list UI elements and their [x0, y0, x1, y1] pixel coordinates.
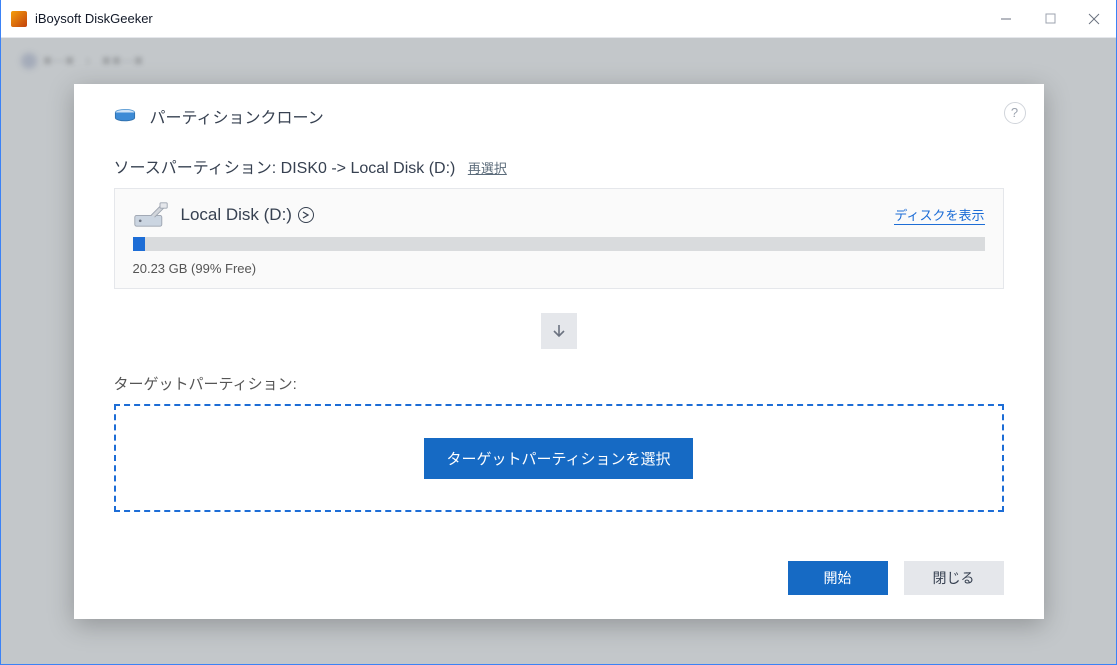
show-disk-link[interactable]: ディスクを表示	[894, 205, 984, 225]
close-icon	[1088, 13, 1100, 25]
dialog-header: パーティションクローン	[114, 104, 1004, 128]
usage-bar-fill	[133, 237, 146, 251]
source-label: ソースパーティション:	[114, 160, 277, 177]
start-button[interactable]: 開始	[788, 561, 888, 595]
direction-arrow	[541, 313, 577, 349]
source-card-left: Local Disk (D:)	[133, 201, 314, 230]
dialog-title: パーティションクローン	[150, 104, 324, 128]
app-icon	[11, 11, 27, 27]
blurred-breadcrumb: ■--■ › ■■--■	[21, 52, 144, 69]
source-partition-line: ソースパーティション: DISK0 -> Local Disk (D:) 再選択	[114, 154, 1004, 178]
maximize-button[interactable]	[1028, 0, 1072, 37]
usage-text: 20.23 GB (99% Free)	[133, 261, 985, 276]
target-label: ターゲットパーティション:	[114, 373, 1004, 394]
dialog-footer: 開始 閉じる	[114, 537, 1004, 595]
expand-arrow-icon[interactable]	[298, 207, 314, 223]
close-dialog-button[interactable]: 閉じる	[904, 561, 1004, 595]
app-title: iBoysoft DiskGeeker	[35, 11, 984, 26]
help-icon: ?	[1011, 105, 1018, 120]
window-controls	[984, 0, 1116, 37]
source-partition-card: Local Disk (D:) ディスクを表示 20.23 GB (99% Fr…	[114, 188, 1004, 290]
maximize-icon	[1045, 13, 1056, 24]
source-path: DISK0 -> Local Disk (D:)	[281, 160, 456, 177]
clone-dialog: ? パーティションクローン ソースパーティション: DISK0 -> Local…	[74, 84, 1044, 619]
app-window: iBoysoft DiskGeeker ■--■ › ■■--■ ?	[0, 0, 1117, 665]
select-target-button[interactable]: ターゲットパーティションを選択	[424, 438, 692, 479]
source-card-top: Local Disk (D:) ディスクを表示	[133, 201, 985, 230]
help-button[interactable]: ?	[1004, 102, 1026, 124]
usage-bar	[133, 237, 985, 251]
minimize-button[interactable]	[984, 0, 1028, 37]
titlebar: iBoysoft DiskGeeker	[1, 0, 1116, 38]
hdd-icon	[133, 201, 169, 230]
arrow-down-icon	[551, 323, 567, 339]
close-button[interactable]	[1072, 0, 1116, 37]
app-body-background: ■--■ › ■■--■ ? パーティションクローン ソースパーティション: D…	[1, 38, 1116, 664]
minimize-icon	[1000, 13, 1012, 25]
source-disk-name: Local Disk (D:)	[181, 205, 292, 225]
target-drop-zone[interactable]: ターゲットパーティションを選択	[114, 404, 1004, 512]
reselect-link[interactable]: 再選択	[468, 161, 507, 176]
disk-icon	[114, 109, 136, 123]
